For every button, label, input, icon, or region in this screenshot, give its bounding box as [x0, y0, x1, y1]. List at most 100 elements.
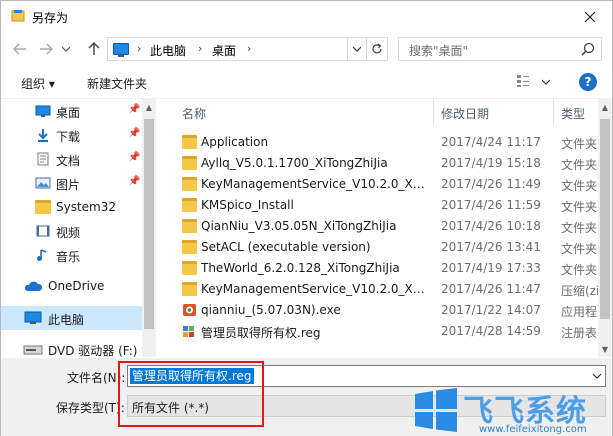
- pin-icon: 📌: [128, 176, 141, 187]
- breadcrumb-separator[interactable]: ›: [198, 42, 202, 55]
- nav-item-label: 此电脑: [48, 313, 85, 327]
- navigation-pane: 桌面 📌 下载 📌 文档 📌 图片 📌 System32 视频 音乐 OneDr…: [1, 99, 156, 357]
- nav-item-label: 下载: [56, 130, 81, 144]
- file-row[interactable]: QianNiu_V3.05.05N_XiTongZhiJia 2017/4/26…: [157, 216, 598, 237]
- scroll-up-arrow[interactable]: ▲: [598, 99, 612, 115]
- column-divider[interactable]: [433, 99, 434, 125]
- dvd-icon: [23, 345, 43, 355]
- file-row[interactable]: TheWorld_6.2.0.128_XiTongZhiJia 2017/4/1…: [157, 258, 598, 279]
- change-view-button[interactable]: [516, 74, 552, 92]
- file-row[interactable]: qianniu_(5.07.03N).exe 2017/1/22 14:07 应…: [157, 300, 598, 321]
- download-icon: [38, 129, 48, 142]
- desktop-icon: [35, 105, 51, 117]
- nav-item-music[interactable]: 音乐: [1, 243, 142, 267]
- view-details-icon: [517, 75, 529, 87]
- help-button[interactable]: ?: [579, 73, 597, 91]
- nav-item-dvd-drive[interactable]: DVD 驱动器 (F:) (: [1, 337, 146, 357]
- command-toolbar: 组织 ▾ 新建文件夹 ?: [1, 67, 612, 99]
- folder-icon: [182, 219, 197, 233]
- nav-item-pictures[interactable]: 图片 📌: [1, 171, 142, 195]
- save-dialog-icon: [11, 10, 25, 22]
- breadcrumb-desktop[interactable]: 桌面: [212, 42, 236, 59]
- file-row[interactable]: KMSpico_Install 2017/4/26 11:59 文件夹: [157, 195, 598, 216]
- file-row[interactable]: Ayllq_V5.0.1.1700_XiTongZhiJia 2017/4/19…: [157, 153, 598, 174]
- file-name: KeyManagementService_V10.2.0_Xito...: [201, 177, 426, 191]
- file-type: 文件夹: [561, 158, 598, 172]
- address-bar[interactable]: › 此电脑 › 桌面 ›: [107, 37, 388, 61]
- file-name: KeyManagementService_V10.2.0_Xito...: [201, 282, 426, 296]
- column-header-date[interactable]: 修改日期: [441, 105, 489, 131]
- back-button[interactable]: [9, 38, 31, 60]
- file-row[interactable]: SetACL (executable version) 2017/4/26 13…: [157, 237, 598, 258]
- music-icon: [37, 249, 47, 261]
- reg-icon: [183, 326, 194, 337]
- scroll-up-arrow[interactable]: ▲: [142, 99, 156, 115]
- search-input[interactable]: 搜索"桌面": [398, 37, 602, 61]
- file-type: 文件夹: [561, 137, 598, 151]
- nav-item-onedrive[interactable]: OneDrive: [1, 274, 142, 298]
- file-list-scrollbar-thumb[interactable]: [600, 119, 610, 319]
- file-type: 应用程: [561, 305, 598, 319]
- file-type: 文件夹: [561, 263, 598, 277]
- file-row[interactable]: KeyManagementService_V10.2.0_Xito... 201…: [157, 279, 598, 300]
- chevron-down-icon[interactable]: [592, 369, 602, 383]
- breadcrumb-separator[interactable]: ›: [137, 42, 141, 55]
- zip-icon: [182, 282, 197, 296]
- computer-icon: [24, 311, 42, 324]
- scroll-down-arrow[interactable]: ▼: [598, 341, 612, 357]
- up-button[interactable]: [83, 38, 105, 60]
- nav-scrollbar-thumb[interactable]: [144, 119, 154, 329]
- nav-item-system32[interactable]: System32: [1, 195, 142, 219]
- file-type: 文件夹: [561, 200, 598, 214]
- file-name: KMSpico_Install: [201, 198, 294, 212]
- organize-button[interactable]: 组织 ▾: [21, 75, 55, 92]
- column-header-name[interactable]: 名称: [182, 105, 206, 131]
- file-row[interactable]: KeyManagementService_V10.2.0_Xito... 201…: [157, 174, 598, 195]
- document-icon: [37, 152, 49, 166]
- file-row[interactable]: 管理员取得所有权.reg 2017/4/28 14:59 注册表: [157, 321, 598, 342]
- watermark-url: www.feifeixitong.com: [479, 424, 587, 435]
- address-dropdown-button[interactable]: [347, 37, 367, 61]
- navigation-row: › 此电脑 › 桌面 › 搜索"桌面": [1, 32, 612, 66]
- close-button[interactable]: [568, 1, 612, 32]
- picture-icon: [35, 177, 51, 189]
- nav-item-label: 视频: [56, 226, 81, 240]
- file-date: 2017/4/19 15:18: [441, 156, 541, 170]
- folder-icon: [182, 240, 197, 254]
- file-list: 名称 修改日期 类型 Application 2017/4/24 11:17 文…: [157, 99, 598, 357]
- nav-scrollbar[interactable]: ▲: [142, 99, 156, 357]
- recent-locations-button[interactable]: [59, 38, 73, 60]
- file-list-scrollbar[interactable]: ▲ ▼: [598, 99, 612, 357]
- file-name: Ayllq_V5.0.1.1700_XiTongZhiJia: [201, 156, 388, 170]
- file-row[interactable]: Application 2017/4/24 11:17 文件夹: [157, 132, 598, 153]
- nav-item-downloads[interactable]: 下载 📌: [1, 123, 142, 147]
- pin-icon: 📌: [128, 128, 141, 139]
- nav-item-label: 文档: [56, 154, 81, 168]
- column-divider[interactable]: [553, 99, 554, 125]
- nav-item-documents[interactable]: 文档 📌: [1, 147, 142, 171]
- folder-icon: [182, 198, 197, 212]
- file-type: 文件夹: [561, 221, 598, 235]
- breadcrumb-this-pc[interactable]: 此电脑: [150, 42, 186, 59]
- nav-item-videos[interactable]: 视频: [1, 219, 142, 243]
- file-type: 文件夹: [561, 179, 598, 193]
- nav-item-desktop[interactable]: 桌面 📌: [1, 99, 142, 123]
- folder-icon: [182, 156, 197, 170]
- file-name: qianniu_(5.07.03N).exe: [201, 303, 341, 317]
- file-type: 压缩(zip: [561, 284, 598, 298]
- nav-item-label: System32: [56, 200, 117, 214]
- file-date: 2017/1/22 14:07: [441, 303, 541, 317]
- breadcrumb-separator[interactable]: ›: [247, 42, 251, 55]
- save-as-dialog: 另存为 › 此电脑 › 桌面 › 搜索"桌面" 组织 ▾ 新建文件夹 ? 桌面 …: [0, 0, 613, 436]
- file-date: 2017/4/26 13:41: [441, 240, 541, 254]
- windows-logo-icon: [415, 388, 457, 432]
- column-header-type[interactable]: 类型: [561, 105, 585, 131]
- nav-item-this-pc[interactable]: 此电脑: [1, 306, 142, 330]
- forward-button[interactable]: [35, 38, 57, 60]
- file-date: 2017/4/26 11:49: [441, 177, 541, 191]
- file-date: 2017/4/19 17:33: [441, 261, 541, 275]
- chevron-down-icon: [62, 46, 70, 52]
- refresh-button[interactable]: [366, 37, 388, 61]
- new-folder-button[interactable]: 新建文件夹: [87, 75, 147, 92]
- cloud-icon: [24, 281, 43, 291]
